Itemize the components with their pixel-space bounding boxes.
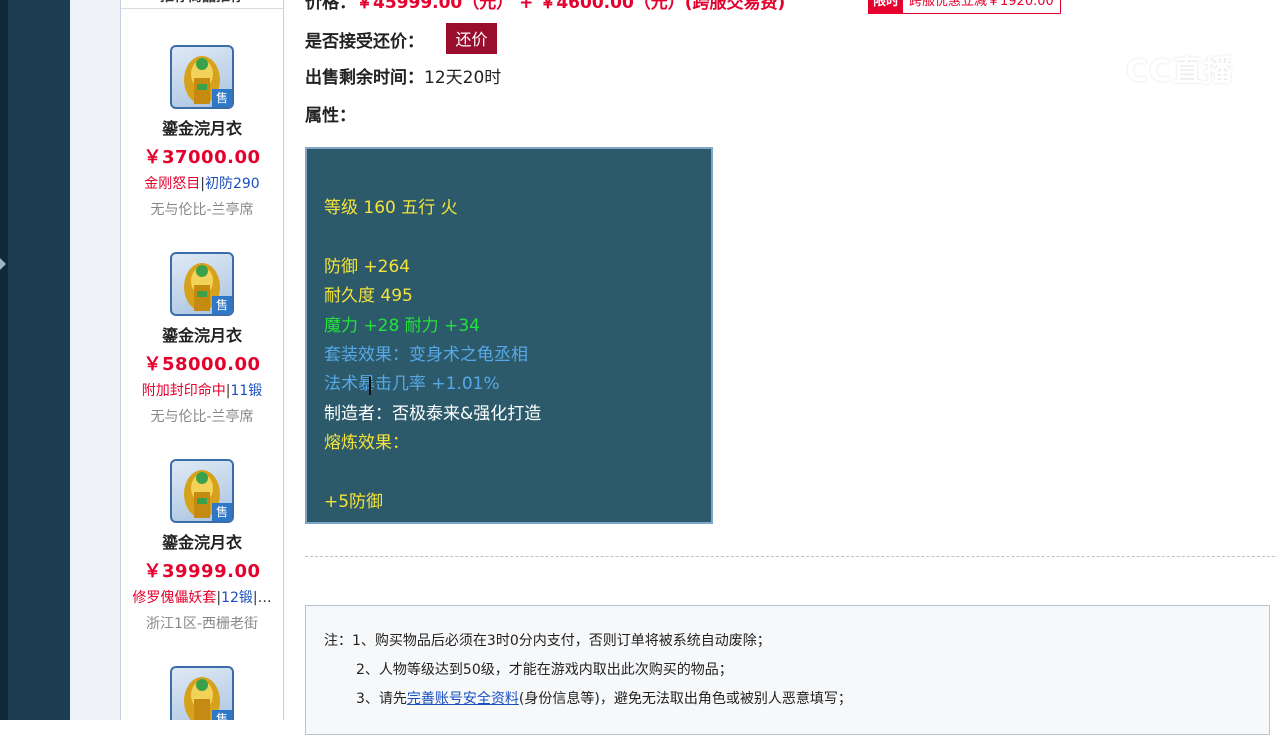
- note-line-2: 2、人物等级达到50级，才能在游戏内取出此次购买的物品；: [356, 662, 733, 678]
- item-server: 无与伦比-兰亭席: [150, 202, 254, 218]
- bargain-label: 是否接受还价：: [305, 32, 424, 52]
- recommend-item[interactable]: 售: [121, 666, 283, 720]
- item-name[interactable]: 鎏金浣月衣: [121, 529, 283, 553]
- sidebar-header: 推荐商品推荐: [121, 0, 283, 9]
- price-value: ￥45999.00（元） + ￥4600.00（元）(跨服交易费): [356, 0, 786, 13]
- attr-secondary: 12锻: [221, 590, 253, 606]
- item-thumbnail[interactable]: 售: [170, 666, 234, 720]
- sale-badge: 售: [212, 503, 232, 521]
- item-detail: 价格：￥45999.00（元） + ￥4600.00（元）(跨服交易费) 限时 …: [283, 0, 1280, 735]
- scroll-arrow-icon[interactable]: [0, 258, 6, 270]
- item-thumbnail[interactable]: 售: [170, 459, 234, 523]
- attr-highlight: 修罗傀儡妖套: [132, 590, 217, 606]
- item-price: ￥37000.00: [143, 147, 261, 168]
- attr-level: 等级 160 五行 火: [324, 198, 458, 218]
- attr-highlight: 附加封印命中: [141, 383, 226, 399]
- attr-crit: 法术暴击几率 +1.01%: [324, 374, 500, 394]
- item-price: ￥39999.00: [143, 561, 261, 582]
- recommend-item[interactable]: 售 鎏金浣月衣 ￥58000.00 附加封印命中|11锻 无与伦比-兰亭席: [121, 252, 283, 426]
- recommend-sidebar: 推荐商品推荐 售 鎏金浣月衣 ￥37000.00 金刚怒目|初防290 无与伦比…: [120, 0, 284, 720]
- item-attributes: 附加封印命中|11锻: [121, 380, 283, 400]
- item-name[interactable]: 鎏金浣月衣: [121, 115, 283, 139]
- limited-offer: 限时 跨服优惠立减￥1920.00: [868, 0, 1061, 14]
- attr-smelt-label: 熔炼效果：: [324, 433, 409, 453]
- watermark-text: CC直播: [1126, 54, 1235, 89]
- recommend-item[interactable]: 售 鎏金浣月衣 ￥39999.00 修罗傀儡妖套|12锻|… 浙江1区-西栅老街: [121, 459, 283, 633]
- attr-secondary: 初防290: [204, 176, 260, 192]
- note-line-3-prefix: 3、请先: [356, 691, 407, 707]
- remaining-time-label: 出售剩余时间：: [305, 68, 424, 88]
- attr-defense: 防御 +264: [324, 257, 411, 277]
- scrollbar-track[interactable]: [0, 0, 8, 720]
- limited-discount-text: 跨服优惠立减￥1920.00: [909, 0, 1054, 9]
- cc-logo-icon: [1074, 46, 1118, 90]
- purchase-notes: 注：1、购买物品后必须在3时0分内支付，否则订单将被系统自动废除； 2、人物等级…: [305, 605, 1270, 735]
- attributes-label: 属性：: [305, 106, 356, 126]
- item-thumbnail[interactable]: 售: [170, 45, 234, 109]
- page-left-edge: [0, 0, 70, 720]
- remaining-time-value: 12天20时: [424, 68, 502, 88]
- cc-live-watermark: CC直播: [1072, 44, 1234, 92]
- bargain-button[interactable]: 还价: [446, 23, 497, 54]
- item-name[interactable]: 鎏金浣月衣: [121, 322, 283, 346]
- note-line-3: 3、请先完善账号安全资料(身份信息等)，避免无法取出角色或被别人恶意填写；: [356, 688, 852, 708]
- item-attributes: 金刚怒目|初防290: [121, 173, 283, 193]
- text-cursor-icon: [369, 377, 371, 395]
- attr-more: |…: [252, 590, 272, 606]
- attr-set-effect: 套装效果：变身术之龟丞相: [324, 345, 528, 365]
- item-server: 无与伦比-兰亭席: [150, 409, 254, 425]
- attributes-heading: 属性：: [305, 101, 356, 126]
- attribute-panel: 等级 160 五行 火 防御 +264 耐久度 495 魔力 +28 耐力 +3…: [305, 147, 713, 524]
- item-server: 浙江1区-西栅老街: [146, 616, 258, 632]
- item-attributes: 修罗傀儡妖套|12锻|…: [121, 587, 283, 607]
- sale-badge: 售: [212, 710, 232, 720]
- account-security-link[interactable]: 完善账号安全资料: [407, 691, 519, 707]
- sale-badge: 售: [212, 89, 232, 107]
- section-divider: [305, 556, 1275, 557]
- attr-durability: 耐久度 495: [324, 286, 413, 306]
- recommend-item[interactable]: 售 鎏金浣月衣 ￥37000.00 金刚怒目|初防290 无与伦比-兰亭席: [121, 45, 283, 219]
- attr-highlight: 金刚怒目: [144, 176, 201, 192]
- note-line-3-suffix: (身份信息等)，避免无法取出角色或被别人恶意填写；: [518, 691, 852, 707]
- attr-maker: 制造者：否极泰来&强化打造: [324, 404, 542, 424]
- item-price: ￥58000.00: [143, 354, 261, 375]
- remaining-time-row: 出售剩余时间：12天20时: [305, 63, 501, 88]
- price-row: 价格：￥45999.00（元） + ￥4600.00（元）(跨服交易费): [305, 0, 785, 13]
- left-gutter: [70, 0, 121, 720]
- sale-badge: 售: [212, 296, 232, 314]
- limited-tag: 限时: [869, 0, 904, 13]
- note-line-1: 注：1、购买物品后必须在3时0分内支付，否则订单将被系统自动废除；: [324, 633, 771, 649]
- price-label: 价格：: [305, 0, 356, 13]
- bargain-row: 是否接受还价：: [305, 27, 424, 52]
- item-thumbnail[interactable]: 售: [170, 252, 234, 316]
- attr-smelt-value: +5防御: [324, 492, 384, 512]
- attr-secondary: 11锻: [230, 383, 263, 399]
- attr-magic-stamina: 魔力 +28 耐力 +34: [324, 316, 480, 336]
